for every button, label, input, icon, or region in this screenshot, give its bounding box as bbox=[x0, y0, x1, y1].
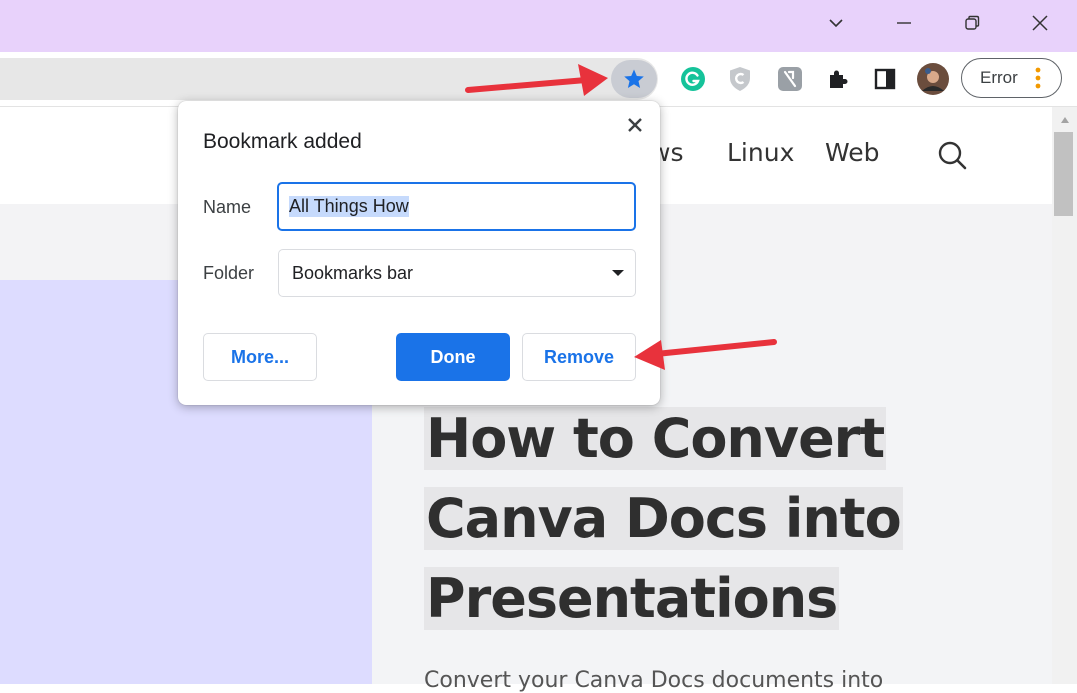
star-icon bbox=[624, 69, 644, 88]
tool-extension[interactable] bbox=[774, 63, 806, 95]
side-panel-icon bbox=[874, 68, 896, 90]
article-title-line-2: Canva Docs into bbox=[424, 487, 903, 550]
folder-label: Folder bbox=[203, 263, 255, 283]
scrollbar-thumb[interactable] bbox=[1054, 132, 1073, 216]
grammarly-extension[interactable] bbox=[677, 63, 709, 95]
dialog-close-button[interactable] bbox=[622, 112, 648, 138]
article-description: Convert your Canva Docs documents into bbox=[424, 668, 884, 693]
profile-error-button[interactable]: Error bbox=[961, 58, 1062, 98]
address-bar[interactable] bbox=[0, 58, 658, 100]
chevron-down-icon bbox=[829, 19, 843, 28]
bookmark-star-button[interactable] bbox=[611, 60, 657, 98]
extensions-icon bbox=[830, 70, 848, 88]
article-title-line-1: How to Convert bbox=[424, 407, 887, 470]
extensions-button[interactable] bbox=[822, 63, 854, 95]
profile-error-label: Error bbox=[980, 68, 1018, 87]
close-window-button[interactable] bbox=[1010, 0, 1070, 46]
grammarly-icon bbox=[681, 67, 705, 91]
remove-button[interactable]: Remove bbox=[522, 333, 636, 381]
folder-select[interactable]: Bookmarks bar bbox=[278, 249, 636, 297]
shield-extension[interactable] bbox=[724, 63, 756, 95]
article-title-line-3: Presentations bbox=[424, 567, 840, 630]
more-button[interactable]: More... bbox=[203, 333, 317, 381]
minimize-icon bbox=[897, 22, 911, 24]
nav-item-linux[interactable]: Linux bbox=[727, 138, 794, 167]
puzzle-tool-icon bbox=[778, 67, 802, 91]
dropdown-arrow-icon bbox=[612, 270, 624, 276]
scroll-up-arrow[interactable] bbox=[1052, 112, 1077, 128]
avatar bbox=[917, 63, 949, 95]
nav-item-web[interactable]: Web bbox=[825, 138, 880, 167]
site-search-button[interactable] bbox=[936, 139, 968, 171]
menu-dots-icon bbox=[1035, 67, 1041, 89]
side-panel-button[interactable] bbox=[869, 63, 901, 95]
folder-select-value: Bookmarks bar bbox=[292, 262, 414, 283]
done-button[interactable]: Done bbox=[396, 333, 510, 381]
close-icon bbox=[1032, 15, 1048, 31]
minimize-button[interactable] bbox=[874, 0, 934, 46]
restore-icon bbox=[965, 15, 980, 30]
dialog-title: Bookmark added bbox=[203, 130, 362, 153]
restore-button[interactable] bbox=[942, 0, 1002, 46]
triangle-up-icon bbox=[1060, 117, 1069, 123]
tab-search-button[interactable] bbox=[806, 0, 866, 46]
name-label: Name bbox=[203, 197, 252, 217]
close-icon bbox=[628, 118, 642, 132]
search-icon bbox=[938, 141, 967, 170]
shield-extension-icon bbox=[730, 67, 750, 91]
profile-avatar-button[interactable] bbox=[917, 63, 949, 95]
bookmark-name-input[interactable] bbox=[277, 182, 636, 231]
